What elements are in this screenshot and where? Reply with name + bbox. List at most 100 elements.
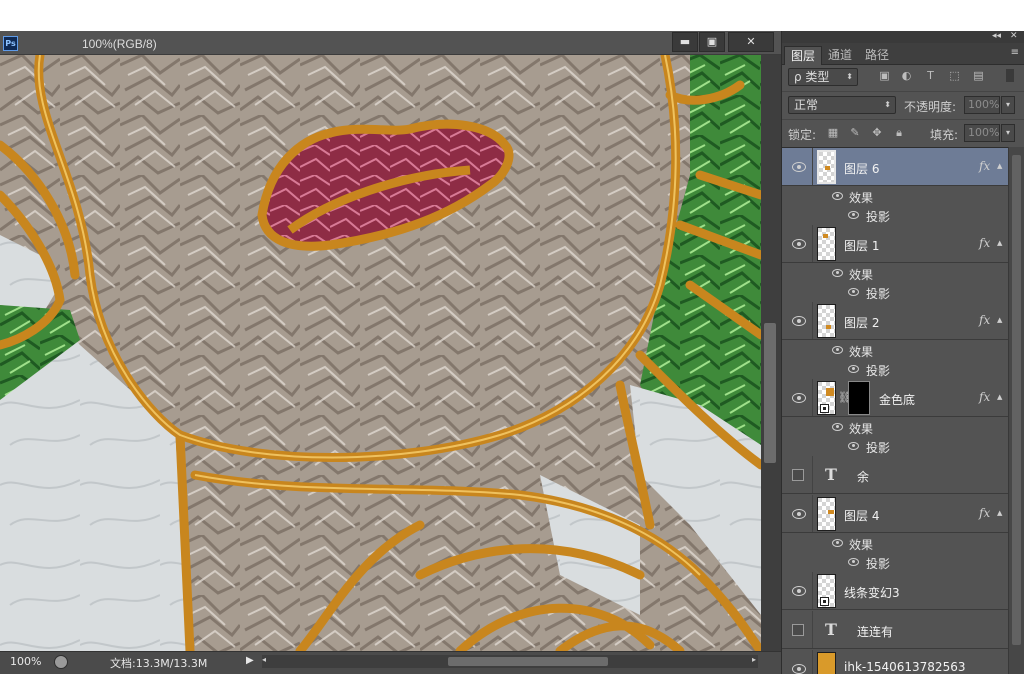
visibility-eye-icon[interactable] <box>848 288 859 296</box>
vertical-scroll-thumb[interactable] <box>764 323 776 463</box>
visibility-eye-icon[interactable] <box>792 393 806 403</box>
effects-row[interactable]: 效果 <box>782 187 1008 206</box>
filter-pixel-icon[interactable]: ▣ <box>878 69 891 82</box>
layer-row-layer-6[interactable]: 图层 6 fx ▲ <box>782 148 1008 186</box>
effects-row[interactable]: 效果 <box>782 534 1008 553</box>
drop-shadow-row[interactable]: 投影 <box>782 360 1008 379</box>
filter-kind-dropdown[interactable]: ρ 类型 ⬍ <box>788 68 858 86</box>
fx-icon[interactable]: fx <box>979 236 990 250</box>
layer-thumbnail[interactable] <box>817 574 836 608</box>
vertical-scrollbar[interactable] <box>761 55 781 651</box>
collapse-panel-icon[interactable]: ◂◂ <box>992 31 1001 41</box>
close-panel-icon[interactable]: ✕ <box>1010 31 1018 41</box>
fx-icon[interactable]: fx <box>979 506 990 520</box>
layer-name[interactable]: 连连有 <box>857 623 893 640</box>
visibility-eye-icon[interactable] <box>792 316 806 326</box>
visibility-eye-icon[interactable] <box>792 239 806 249</box>
text-layer-icon[interactable]: T <box>822 465 840 484</box>
layer-thumbnail[interactable] <box>817 652 836 674</box>
horizontal-scrollbar[interactable]: ◂ ▸ <box>262 655 758 668</box>
status-info-icon[interactable] <box>54 655 68 669</box>
layer-row-gold-base[interactable]: ⛓ 金色底 fx ▲ <box>782 379 1008 417</box>
effects-row[interactable]: 效果 <box>782 341 1008 360</box>
zoom-level[interactable]: 100% <box>10 655 41 668</box>
lock-image-pixels-icon[interactable]: ✎ <box>848 126 862 140</box>
fx-icon[interactable]: fx <box>979 159 990 173</box>
expand-effects-icon[interactable]: ▲ <box>997 316 1002 324</box>
visibility-eye-icon[interactable] <box>792 509 806 519</box>
fx-icon[interactable]: fx <box>979 390 990 404</box>
layer-row-layer-1[interactable]: 图层 1 fx ▲ <box>782 225 1008 263</box>
status-menu-arrow-icon[interactable]: ▶ <box>246 655 254 666</box>
expand-effects-icon[interactable]: ▲ <box>997 509 1002 517</box>
layer-row-layer-2[interactable]: 图层 2 fx ▲ <box>782 302 1008 340</box>
tab-layers[interactable]: 图层 <box>784 46 823 65</box>
expand-effects-icon[interactable]: ▲ <box>997 162 1002 170</box>
layer-thumbnail[interactable] <box>817 227 836 261</box>
layer-row-layer-4[interactable]: 图层 4 fx ▲ <box>782 495 1008 533</box>
drop-shadow-row[interactable]: 投影 <box>782 437 1008 456</box>
visibility-toggle-off[interactable] <box>792 469 804 481</box>
visibility-eye-icon[interactable] <box>832 346 843 354</box>
visibility-eye-icon[interactable] <box>832 192 843 200</box>
visibility-eye-icon[interactable] <box>832 539 843 547</box>
filter-adjustment-icon[interactable]: ◐ <box>900 69 913 82</box>
layer-thumbnail[interactable] <box>817 497 836 531</box>
tab-paths[interactable]: 路径 <box>859 46 895 65</box>
fx-icon[interactable]: fx <box>979 313 990 327</box>
layer-row-text-yu[interactable]: T 余 <box>782 456 1008 494</box>
drop-shadow-row[interactable]: 投影 <box>782 283 1008 302</box>
lock-all-icon[interactable]: 🔒︎ <box>892 126 906 140</box>
effects-row[interactable]: 效果 <box>782 418 1008 437</box>
filter-smart-object-icon[interactable]: ▤ <box>972 69 985 82</box>
maximize-button[interactable]: ▣ <box>699 32 725 52</box>
visibility-eye-icon[interactable] <box>832 423 843 431</box>
filter-toggle-icon[interactable] <box>1006 69 1014 82</box>
layer-name[interactable]: 图层 6 <box>844 160 879 177</box>
layer-name[interactable]: 图层 2 <box>844 314 879 331</box>
visibility-eye-icon[interactable] <box>792 664 806 674</box>
horizontal-scroll-thumb[interactable] <box>448 657 608 666</box>
layer-name[interactable]: ihk-1540613782563 <box>844 660 965 674</box>
close-button[interactable]: ✕ <box>728 32 774 52</box>
visibility-eye-icon[interactable] <box>832 269 843 277</box>
visibility-eye-icon[interactable] <box>848 211 859 219</box>
drop-shadow-row[interactable]: 投影 <box>782 553 1008 572</box>
layer-name[interactable]: 图层 1 <box>844 237 879 254</box>
layer-row-text-lianlianyou[interactable]: T 连连有 <box>782 611 1008 649</box>
opacity-dropdown-arrow-icon[interactable]: ▾ <box>1001 96 1015 114</box>
fill-dropdown-arrow-icon[interactable]: ▾ <box>1001 124 1015 142</box>
layer-row-line-variation-3[interactable]: 线条变幻3 <box>782 572 1008 610</box>
document-title-bar[interactable]: Ps 100%(RGB/8) ▬ ▣ ✕ <box>0 31 781 55</box>
text-layer-icon[interactable]: T <box>822 620 840 639</box>
lock-position-icon[interactable]: ✥ <box>870 126 884 140</box>
expand-effects-icon[interactable]: ▲ <box>997 239 1002 247</box>
filter-type-icon[interactable]: T <box>924 69 937 82</box>
layer-thumbnail[interactable] <box>817 304 836 338</box>
layer-name[interactable]: 图层 4 <box>844 507 879 524</box>
visibility-eye-icon[interactable] <box>848 442 859 450</box>
visibility-eye-icon[interactable] <box>848 365 859 373</box>
layers-scrollbar[interactable] <box>1008 147 1024 674</box>
layers-scroll-thumb[interactable] <box>1012 155 1021 645</box>
document-canvas[interactable] <box>0 55 761 651</box>
drop-shadow-row[interactable]: 投影 <box>782 206 1008 225</box>
scroll-right-icon[interactable]: ▸ <box>752 655 756 664</box>
layer-row-ihk-image[interactable]: ihk-1540613782563 <box>782 650 1008 674</box>
layer-name[interactable]: 线条变幻3 <box>844 584 900 601</box>
visibility-eye-icon[interactable] <box>848 558 859 566</box>
effects-row[interactable]: 效果 <box>782 264 1008 283</box>
fill-input[interactable]: 100% <box>964 124 1000 142</box>
layer-mask-thumbnail[interactable] <box>848 381 870 415</box>
panel-menu-icon[interactable]: ≡ <box>1011 47 1019 58</box>
visibility-eye-icon[interactable] <box>792 162 806 172</box>
layer-thumbnail[interactable] <box>817 381 836 415</box>
expand-effects-icon[interactable]: ▲ <box>997 393 1002 401</box>
visibility-toggle-off[interactable] <box>792 624 804 636</box>
lock-transparent-pixels-icon[interactable]: ▦ <box>826 126 840 140</box>
visibility-eye-icon[interactable] <box>792 586 806 596</box>
scroll-left-icon[interactable]: ◂ <box>262 655 266 664</box>
tab-channels[interactable]: 通道 <box>822 46 858 65</box>
layer-thumbnail[interactable] <box>817 150 836 184</box>
minimize-button[interactable]: ▬ <box>672 32 698 52</box>
